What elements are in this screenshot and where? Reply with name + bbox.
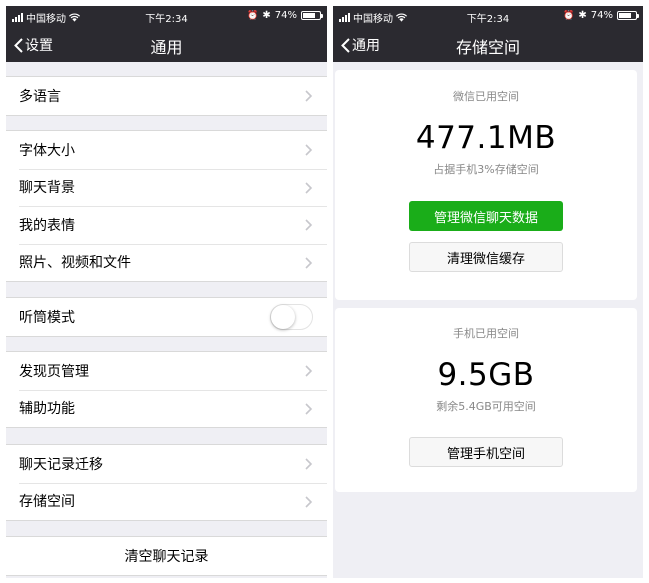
manage-phone-space-button[interactable]: 管理手机空间 [409,437,563,467]
row-label: 听筒模式 [19,309,75,326]
back-button[interactable]: 通用 [341,35,380,55]
wechat-usage-size: 477.1MB [415,120,557,156]
row-label: 辅助功能 [19,401,75,418]
bluetooth-icon: ✱ [578,10,587,21]
nav-bar: 通用 存储空间 [333,26,643,62]
nav-bar: 设置 通用 [6,26,327,62]
chevron-right-icon [305,219,313,231]
storage-screen: 中国移动 下午2:34 ⏰ ✱ 74% 通用 存储空间 微信已用空间 477.1… [333,6,643,578]
phone-usage-size: 9.5GB [437,357,535,393]
general-settings-screen: 中国移动 下午2:34 ⏰ ✱ 74% 设置 通用 多语言 字体大小 聊天背景 … [6,6,327,578]
row-discover-management[interactable]: 发现页管理 [6,352,327,390]
phone-usage-label: 手机已用空间 [453,327,519,340]
status-bar: 中国移动 下午2:34 ⏰ ✱ 74% [333,6,643,26]
row-label: 聊天记录迁移 [19,456,103,473]
chevron-right-icon [305,402,313,415]
status-bar: 中国移动 下午2:34 ⏰ ✱ 74% [6,6,327,26]
back-button[interactable]: 设置 [14,35,53,55]
chevron-right-icon [305,495,313,508]
phone-free-space: 剩余5.4GB可用空间 [436,400,536,413]
toggle-knob [271,305,295,329]
chevron-right-icon [305,144,313,156]
battery-icon [617,11,639,20]
bluetooth-icon: ✱ [262,10,271,21]
row-media-files[interactable]: 照片、视频和文件 [6,243,327,282]
settings-group-language: 多语言 [6,76,327,116]
chevron-right-icon [305,90,313,102]
wechat-usage-percent: 占据手机3%存储空间 [433,163,539,176]
row-earpiece-mode: 听筒模式 [6,298,327,336]
settings-group-clear: 清空聊天记录 [6,536,327,576]
clear-chat-history-button[interactable]: 清空聊天记录 [6,537,327,575]
settings-group-features: 发现页管理 辅助功能 [6,351,327,428]
back-button-label: 通用 [352,38,380,54]
row-label: 我的表情 [19,217,75,234]
wechat-usage-label: 微信已用空间 [453,90,519,103]
page-title: 通用 [150,38,183,57]
settings-group-display: 字体大小 聊天背景 我的表情 照片、视频和文件 [6,130,327,282]
clear-chat-history-label: 清空聊天记录 [124,548,209,565]
chevron-left-icon [14,37,23,53]
row-label: 发现页管理 [19,363,89,380]
row-chat-background[interactable]: 聊天背景 [6,168,327,207]
row-chat-migration[interactable]: 聊天记录迁移 [6,445,327,483]
wechat-storage-card: 微信已用空间 477.1MB 占据手机3%存储空间 管理微信聊天数据 清理微信缓… [335,70,637,300]
alarm-icon: ⏰ [247,10,259,21]
alarm-icon: ⏰ [563,10,575,21]
chevron-right-icon [305,365,313,377]
back-button-label: 设置 [25,38,53,54]
row-label: 字体大小 [19,142,75,159]
row-my-stickers[interactable]: 我的表情 [6,206,327,244]
phone-storage-card: 手机已用空间 9.5GB 剩余5.4GB可用空间 管理手机空间 [335,308,637,492]
row-font-size[interactable]: 字体大小 [6,131,327,169]
row-storage[interactable]: 存储空间 [6,482,327,521]
row-label: 照片、视频和文件 [19,255,131,272]
clear-cache-button[interactable]: 清理微信缓存 [409,242,563,272]
chevron-right-icon [305,458,313,470]
row-label: 聊天背景 [19,180,75,197]
battery-percent: 74% [274,10,297,21]
top-bar: 中国移动 下午2:34 ⏰ ✱ 74% 通用 存储空间 [333,6,643,62]
chevron-right-icon [305,256,313,269]
manage-chat-data-button[interactable]: 管理微信聊天数据 [409,201,563,231]
battery-icon [301,11,323,20]
earpiece-mode-toggle[interactable] [270,304,313,330]
row-accessibility[interactable]: 辅助功能 [6,389,327,428]
row-label: 多语言 [19,88,61,105]
row-language[interactable]: 多语言 [6,77,327,115]
settings-group-earpiece: 听筒模式 [6,297,327,337]
chevron-right-icon [305,181,313,194]
chevron-left-icon [341,37,350,53]
top-bar: 中国移动 下午2:34 ⏰ ✱ 74% 设置 通用 [6,6,327,62]
battery-percent: 74% [590,10,613,21]
settings-group-storage: 聊天记录迁移 存储空间 [6,444,327,521]
row-label: 存储空间 [19,494,75,511]
